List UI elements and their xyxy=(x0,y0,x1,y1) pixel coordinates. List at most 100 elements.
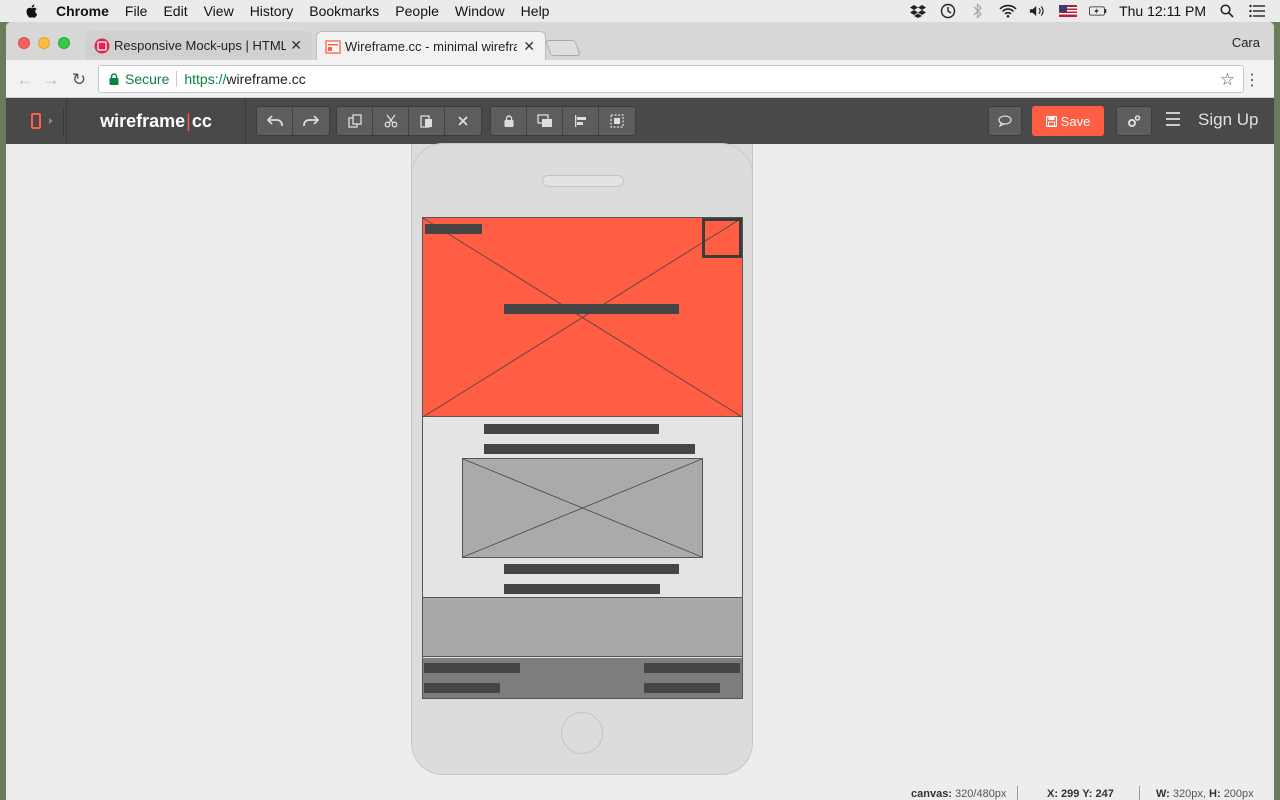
image-placeholder-cross xyxy=(463,459,702,557)
bookmark-star-icon[interactable]: ☆ xyxy=(1220,70,1235,90)
text-line-placeholder[interactable] xyxy=(484,424,659,434)
cursor-position-readout: X: 299 Y: 247 xyxy=(1047,788,1114,800)
group-select-icon[interactable] xyxy=(599,107,635,135)
us-flag-icon[interactable] xyxy=(1059,3,1078,19)
phone-home-button xyxy=(561,712,603,754)
wireframe-logo[interactable]: wireframe | cc xyxy=(66,98,246,144)
width-value: 320px, xyxy=(1172,788,1206,800)
menu-bar-extras: Thu 12:11 PM xyxy=(909,0,1266,22)
selection-size-readout: W: 320px, H: 200px xyxy=(1156,788,1254,800)
dropbox-icon[interactable] xyxy=(909,3,927,19)
phone-icon xyxy=(31,113,41,129)
chrome-menu-icon[interactable]: ⋮ xyxy=(1244,70,1260,90)
save-button[interactable]: Save xyxy=(1032,106,1104,136)
cut-icon[interactable] xyxy=(373,107,409,135)
align-left-icon[interactable] xyxy=(563,107,599,135)
tab-strip: Responsive Mock-ups | HTML, CSS ✕ Wirefr… xyxy=(6,22,1274,60)
tab-wireframe-cc[interactable]: Wireframe.cc - minimal wireframing tool … xyxy=(316,31,546,60)
redo-icon[interactable] xyxy=(293,107,329,135)
address-bar[interactable]: Secure https:// wireframe.cc ☆ xyxy=(98,65,1244,93)
window-zoom-button[interactable] xyxy=(58,37,70,49)
canvas-label: canvas: xyxy=(911,788,952,800)
new-tab-button[interactable] xyxy=(545,40,581,56)
footer-text-placeholder[interactable] xyxy=(644,663,740,673)
address-separator xyxy=(176,71,178,87)
menu-history[interactable]: History xyxy=(250,3,294,19)
save-label: Save xyxy=(1060,113,1091,129)
content-image-placeholder[interactable] xyxy=(462,458,703,558)
spotlight-search-icon[interactable] xyxy=(1218,3,1236,19)
footer-text-placeholder[interactable] xyxy=(424,663,520,673)
canvas-area[interactable]: canvas: 320/480px X: 299 Y: 247 W: 320px… xyxy=(6,143,1274,800)
apple-logo-icon[interactable] xyxy=(22,3,42,19)
wireframe-favicon-icon xyxy=(325,40,341,54)
logo-text-left: wireframe xyxy=(100,110,186,131)
wifi-icon[interactable] xyxy=(999,3,1017,19)
text-line-placeholder[interactable] xyxy=(504,584,660,594)
device-selector-button[interactable] xyxy=(22,107,64,135)
menu-people[interactable]: People xyxy=(395,3,439,19)
text-line-placeholder[interactable] xyxy=(484,444,695,454)
status-divider xyxy=(1139,786,1140,800)
undo-icon[interactable] xyxy=(257,107,293,135)
copy-icon[interactable] xyxy=(337,107,373,135)
phone-screen-canvas[interactable] xyxy=(422,217,743,699)
battery-icon[interactable] xyxy=(1089,3,1107,19)
bring-to-front-icon[interactable] xyxy=(527,107,563,135)
status-divider xyxy=(1017,786,1018,800)
macos-menu-bar: Chrome File Edit View History Bookmarks … xyxy=(0,0,1280,22)
menu-box-placeholder[interactable] xyxy=(702,218,742,258)
menu-file[interactable]: File xyxy=(125,3,148,19)
sign-up-link[interactable]: Sign Up xyxy=(1198,110,1258,130)
close-tab-icon[interactable]: ✕ xyxy=(290,37,302,54)
notification-center-icon[interactable] xyxy=(1248,3,1266,19)
forward-arrow-icon[interactable]: → xyxy=(40,69,62,91)
menu-bookmarks[interactable]: Bookmarks xyxy=(309,3,379,19)
paste-icon[interactable] xyxy=(409,107,445,135)
image-placeholder-cross xyxy=(423,218,742,417)
comment-button[interactable] xyxy=(988,106,1022,136)
close-tab-icon[interactable]: ✕ xyxy=(523,38,535,55)
footer-text-placeholder[interactable] xyxy=(644,683,720,693)
tab-responsive-mockups[interactable]: Responsive Mock-ups | HTML, CSS ✕ xyxy=(86,31,312,60)
phone-speaker xyxy=(542,175,624,187)
hero-image-placeholder[interactable] xyxy=(423,218,742,417)
menu-app-chrome[interactable]: Chrome xyxy=(56,3,109,19)
window-minimize-button[interactable] xyxy=(38,37,50,49)
secure-label: Secure xyxy=(125,71,170,87)
back-arrow-icon[interactable]: ← xyxy=(14,69,36,91)
menu-help[interactable]: Help xyxy=(521,3,550,19)
browser-toolbar: ← → ↻ Secure https:// wireframe.cc ☆ ⋮ xyxy=(6,60,1274,98)
floppy-disk-icon xyxy=(1045,115,1057,127)
headline-text-placeholder[interactable] xyxy=(504,304,679,314)
settings-button[interactable] xyxy=(1116,106,1152,136)
volume-icon[interactable] xyxy=(1029,3,1047,19)
clock-label[interactable]: Thu 12:11 PM xyxy=(1119,3,1206,19)
menu-window[interactable]: Window xyxy=(455,3,505,19)
hamburger-menu-icon[interactable] xyxy=(1166,112,1180,126)
bluetooth-icon[interactable] xyxy=(969,3,987,19)
gray-band-placeholder[interactable] xyxy=(423,597,742,657)
chrome-window: Responsive Mock-ups | HTML, CSS ✕ Wirefr… xyxy=(6,22,1274,800)
footer-placeholder[interactable] xyxy=(423,658,742,698)
profile-name[interactable]: Cara xyxy=(1232,35,1260,50)
gears-icon xyxy=(1128,115,1141,127)
lock-icon xyxy=(109,73,119,85)
logo-text-placeholder[interactable] xyxy=(425,224,482,234)
lock-element-icon[interactable] xyxy=(491,107,527,135)
time-machine-icon[interactable] xyxy=(939,3,957,19)
width-label: W: xyxy=(1156,788,1170,800)
menu-edit[interactable]: Edit xyxy=(163,3,187,19)
tab-title: Responsive Mock-ups | HTML, CSS xyxy=(114,38,286,53)
text-line-placeholder[interactable] xyxy=(504,564,679,574)
responsive-mockups-favicon-icon xyxy=(94,38,110,54)
caret-right-icon xyxy=(49,118,53,124)
url-scheme: https:// xyxy=(184,71,227,87)
menu-view[interactable]: View xyxy=(204,3,234,19)
height-value: 200px xyxy=(1223,788,1254,800)
delete-icon[interactable] xyxy=(445,107,481,135)
window-close-button[interactable] xyxy=(18,37,30,49)
footer-text-placeholder[interactable] xyxy=(424,683,500,693)
logo-text-right: cc xyxy=(191,110,212,131)
reload-icon[interactable]: ↻ xyxy=(68,69,90,91)
